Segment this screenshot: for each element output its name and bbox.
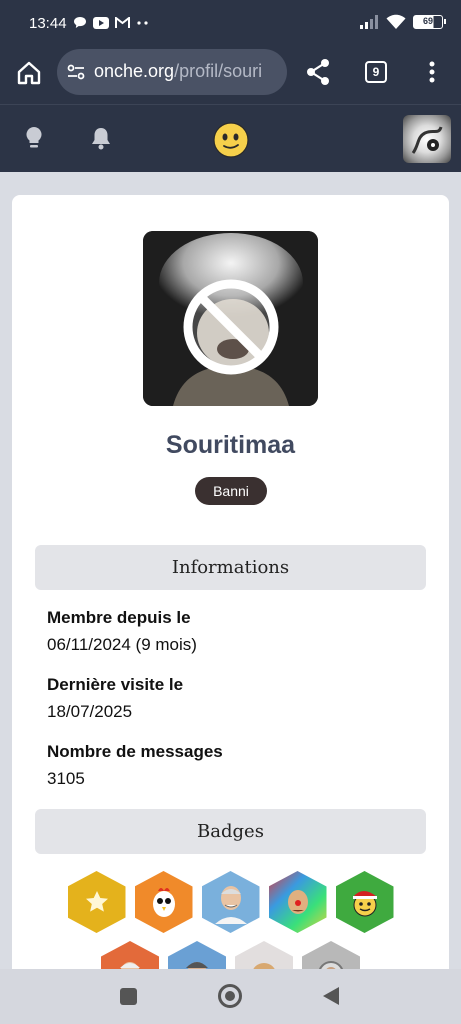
user-avatar[interactable]: [403, 115, 451, 163]
dragon-avatar-icon: [411, 126, 443, 154]
browser-menu-icon[interactable]: [425, 60, 439, 84]
share-icon[interactable]: [305, 58, 331, 86]
info-message-count: Nombre de messages 3105: [47, 741, 427, 790]
back-button[interactable]: [323, 987, 339, 1005]
info-label: Nombre de messages: [47, 742, 223, 761]
wifi-icon: [386, 14, 406, 29]
banned-avatar-image: [143, 231, 318, 406]
browser-toolbar: onche.org/profil/souri 9: [0, 48, 461, 104]
lightbulb-icon[interactable]: [23, 125, 45, 151]
info-list: Membre depuis le 06/11/2024 (9 mois) Der…: [47, 607, 427, 808]
battery-icon: 69: [413, 15, 446, 29]
info-value: 3105: [47, 769, 85, 788]
old-man-badge-icon[interactable]: [201, 871, 260, 933]
tab-switcher-button[interactable]: 9: [365, 61, 387, 83]
signal-icon: [360, 15, 378, 29]
site-header: [0, 104, 461, 172]
profile-username: Souritimaa: [165, 431, 296, 459]
info-value: 18/07/2025: [47, 702, 133, 721]
info-label: Dernière visite le: [47, 675, 184, 694]
home-button[interactable]: [218, 984, 242, 1008]
info-value: 06/11/2024 (9 mois): [47, 635, 197, 654]
chicken-badge-icon[interactable]: [134, 871, 193, 933]
clown-badge-icon[interactable]: [268, 871, 327, 933]
gmail-icon: [115, 16, 130, 28]
santa-smiley-badge-icon[interactable]: [335, 871, 394, 933]
profile-picture: [143, 231, 318, 406]
status-badge: Banni: [195, 477, 267, 505]
site-settings-icon[interactable]: [66, 62, 86, 82]
url-text: onche.org/profil/souri: [94, 61, 262, 82]
info-member-since: Membre depuis le 06/11/2024 (9 mois): [47, 607, 427, 656]
bell-icon[interactable]: [90, 125, 112, 151]
notification-icons: [73, 16, 150, 29]
info-label: Membre depuis le: [47, 608, 191, 627]
youtube-icon: [93, 16, 109, 29]
home-icon[interactable]: [15, 59, 43, 87]
more-dots-icon: [137, 20, 148, 25]
profile-card: Souritimaa Banni Informations Membre dep…: [12, 195, 449, 1003]
url-domain: onche.org: [94, 61, 175, 81]
system-nav-bar: [0, 969, 461, 1024]
status-time: 13:44: [29, 15, 67, 32]
informations-header: Informations: [35, 545, 426, 590]
info-last-visit: Dernière visite le 18/07/2025: [47, 674, 427, 723]
address-bar[interactable]: onche.org/profil/souri: [57, 49, 287, 95]
status-bar: 13:44 69: [0, 0, 461, 48]
recents-button[interactable]: [120, 988, 137, 1005]
url-path: /profil/souri: [174, 61, 263, 81]
smiley-logo-icon[interactable]: [212, 121, 250, 159]
star-badge-icon[interactable]: [67, 871, 126, 933]
chat-bubble-icon: [74, 17, 86, 28]
badges-header: Badges: [35, 809, 426, 854]
